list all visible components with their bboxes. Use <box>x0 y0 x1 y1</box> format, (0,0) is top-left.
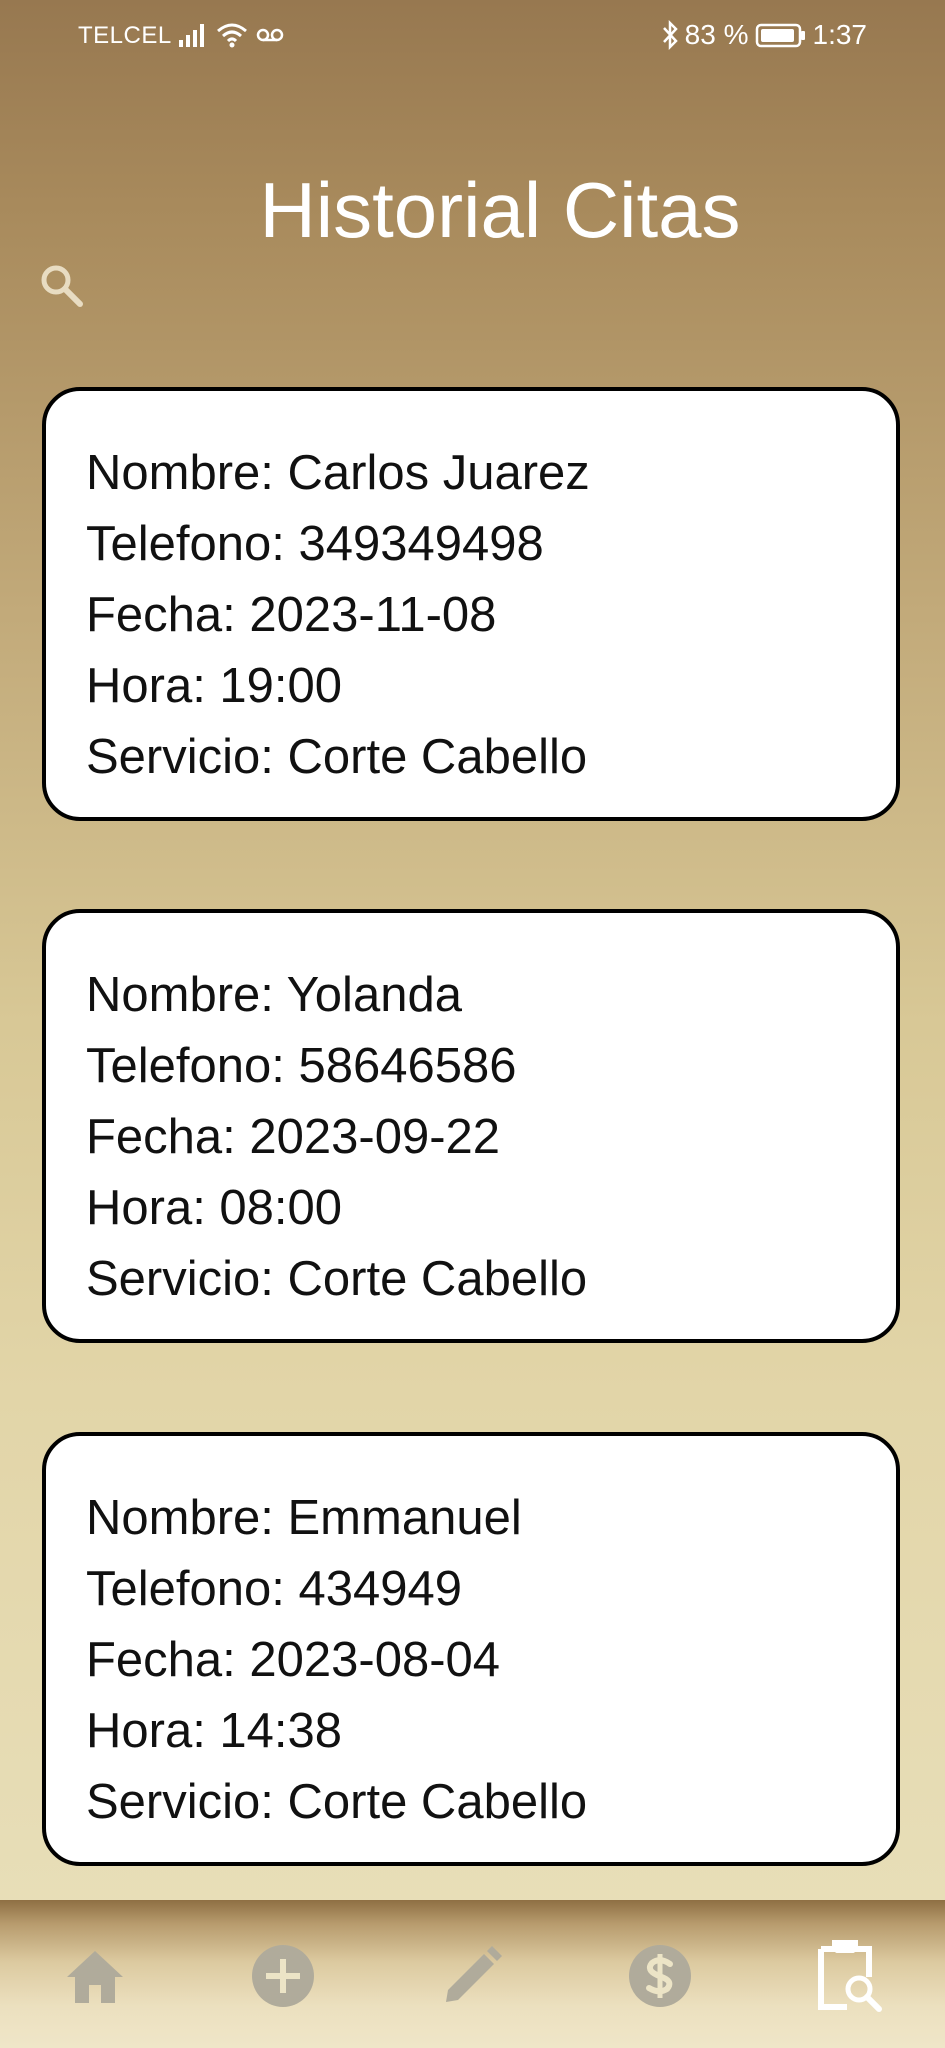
appointment-time: Hora: 14:38 <box>86 1704 343 1758</box>
appointment-name: Nombre: Yolanda <box>86 968 462 1022</box>
appointment-service: Servicio: Corte Cabello <box>86 1775 588 1829</box>
battery-icon <box>755 23 805 48</box>
search-icon <box>41 265 83 307</box>
status-icons-right: 83 % 1:37 <box>661 18 867 52</box>
appointment-date: Fecha: 2023-09-22 <box>86 1110 501 1164</box>
pencil-icon <box>446 1946 502 2002</box>
nav-add-button[interactable] <box>243 1936 323 2016</box>
search-button[interactable] <box>36 260 88 312</box>
nav-payments-button[interactable] <box>620 1936 700 2016</box>
add-circle-icon <box>252 1945 314 2007</box>
appointment-time: Hora: 19:00 <box>86 659 343 713</box>
dollar-icon <box>629 1945 691 2007</box>
appointment-phone: Telefono: 349349498 <box>86 517 544 571</box>
appointment-phone: Telefono: 58646586 <box>86 1039 517 1093</box>
nav-edit-button[interactable] <box>432 1936 512 2016</box>
battery-percent: 83 % <box>684 19 749 50</box>
carrier-label: TELCEL <box>78 22 172 49</box>
home-icon <box>67 1951 123 2003</box>
nav-home-button[interactable] <box>55 1936 135 2016</box>
bottom-navigation <box>0 1900 945 2048</box>
clock: 1:37 <box>812 19 868 50</box>
status-icons-left <box>178 18 284 52</box>
status-bar: TELCEL 83 % 1:37 <box>0 0 945 72</box>
appointment-time: Hora: 08:00 <box>86 1181 343 1235</box>
signal-icon <box>179 24 204 47</box>
page-title: Historial Citas <box>259 166 741 254</box>
bluetooth-icon <box>662 20 678 50</box>
appointment-date: Fecha: 2023-08-04 <box>86 1633 501 1687</box>
appointment-card[interactable]: Nombre: Emmanuel Telefono: 434949 Fecha:… <box>42 1432 900 1866</box>
wifi-icon <box>217 23 247 48</box>
appointment-service: Servicio: Corte Cabello <box>86 730 588 784</box>
clipboard-search-icon <box>818 1940 882 2012</box>
appointment-phone: Telefono: 434949 <box>86 1562 462 1616</box>
appointment-name: Nombre: Carlos Juarez <box>86 446 590 500</box>
appointment-card[interactable]: Nombre: Carlos Juarez Telefono: 34934949… <box>42 387 900 821</box>
nav-history-button[interactable] <box>809 1936 889 2016</box>
voicemail-icon <box>256 28 284 42</box>
appointment-card[interactable]: Nombre: Yolanda Telefono: 58646586 Fecha… <box>42 909 900 1343</box>
appointment-name: Nombre: Emmanuel <box>86 1491 522 1545</box>
appointment-date: Fecha: 2023-11-08 <box>86 588 497 642</box>
appointment-service: Servicio: Corte Cabello <box>86 1252 588 1306</box>
